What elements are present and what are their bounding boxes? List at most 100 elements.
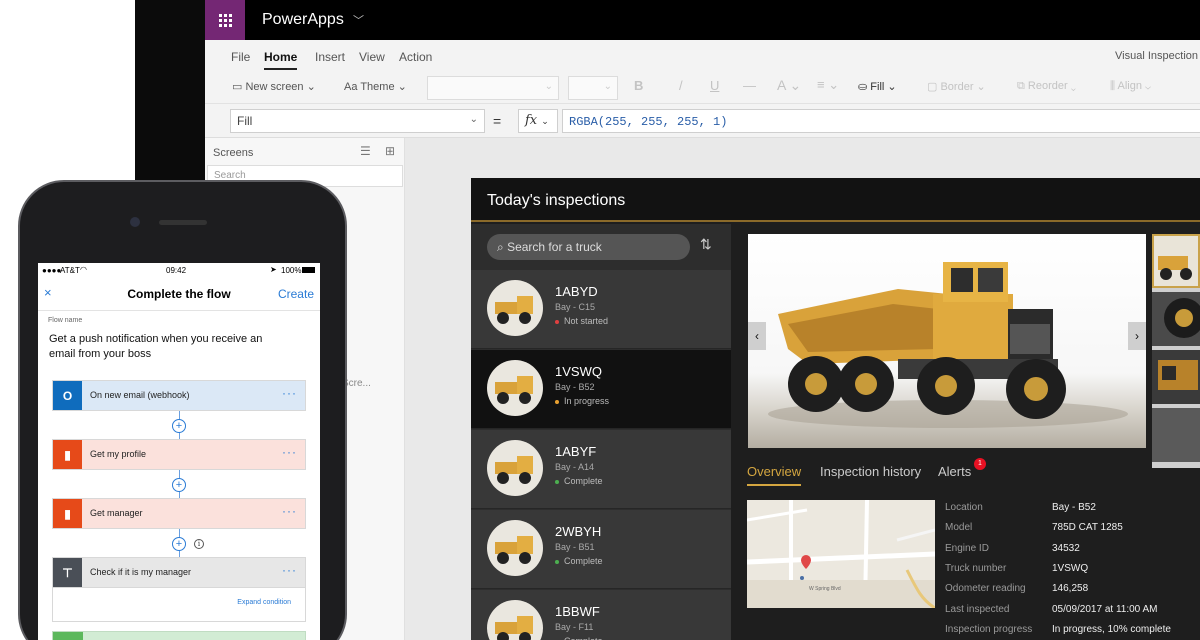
truck-list-item[interactable]: 2WBYH Bay - B51 Complete: [471, 510, 731, 589]
tab-overview[interactable]: Overview: [747, 464, 802, 486]
flow-step-card[interactable]: ▮ Get my profile ···: [52, 439, 306, 470]
flow-step-card[interactable]: ⊤ Check if it is my manager ···: [52, 557, 306, 588]
status-text: Complete: [564, 556, 603, 566]
property-value: Fill: [237, 114, 253, 128]
app-launcher-button[interactable]: [205, 0, 245, 40]
status-text: Not started: [564, 316, 609, 326]
menu-file[interactable]: File: [231, 50, 250, 64]
align-label: Align: [1117, 80, 1142, 92]
status-dot: [555, 399, 559, 404]
detail-label: Model: [945, 522, 973, 534]
inspection-app: Today's inspections ⌕ Search for a truck…: [471, 178, 1200, 640]
battery-label: 100%: [281, 266, 302, 275]
signal-icon: ●●●●: [42, 266, 62, 275]
more-options-icon[interactable]: ···: [282, 386, 297, 400]
location-map[interactable]: W Spring Blvd: [747, 500, 935, 608]
detail-label: Location: [945, 502, 983, 513]
chevron-down-icon: ⌄: [469, 114, 478, 125]
flow-name-input[interactable]: Get a push notification when you receive…: [49, 332, 289, 362]
expand-condition-link[interactable]: Expand condition: [237, 599, 291, 606]
detail-value: 146,258: [1052, 583, 1089, 595]
tab-inspection-history[interactable]: Inspection history: [820, 464, 921, 479]
info-icon[interactable]: i: [194, 539, 204, 549]
clock: 09:42: [166, 266, 187, 275]
map-image: [747, 500, 935, 608]
equals-sign: =: [493, 113, 502, 129]
flow-step-card[interactable]: O On new email (webhook) ···: [52, 380, 306, 411]
strikethrough-button[interactable]: —: [743, 78, 756, 93]
add-step-button[interactable]: +: [172, 478, 186, 492]
dump-truck-image: [768, 262, 1128, 428]
reorder-button[interactable]: ⧉ Reorder ⌄: [1017, 80, 1076, 93]
bold-button[interactable]: B: [634, 78, 643, 93]
chevron-down-icon[interactable]: ﹀: [353, 12, 364, 28]
fill-button[interactable]: ⛀ Fill ⌄: [858, 80, 897, 93]
photo-thumbnail[interactable]: [1152, 292, 1200, 346]
photo-thumbnail[interactable]: [1152, 350, 1200, 404]
truck-id: 1VSWQ: [555, 364, 602, 379]
border-button[interactable]: ▢ Border ⌄: [927, 80, 986, 93]
truck-list-item[interactable]: 1ABYD Bay - C15 Not started: [471, 270, 731, 349]
search-icon: ⌕: [497, 240, 504, 254]
flow-step-label: Get my profile: [90, 449, 147, 459]
tab-alerts[interactable]: Alerts: [938, 464, 971, 479]
screen-icon: ▭: [232, 81, 243, 93]
theme-button[interactable]: Aa Theme ⌄: [344, 80, 407, 93]
truck-list-item[interactable]: 1BBWF Bay - F11 Complete: [471, 590, 731, 640]
property-dropdown[interactable]: Fill ⌄: [230, 109, 485, 133]
status-dot: [555, 559, 559, 564]
italic-button[interactable]: /: [679, 78, 683, 93]
grid-view-icon[interactable]: ⊞: [385, 144, 395, 158]
app-name[interactable]: PowerApps: [262, 11, 344, 29]
flow-name-label: Flow name: [48, 317, 83, 324]
align-text-icon[interactable]: ≡ ⌄: [817, 77, 839, 93]
formula-input[interactable]: RGBA(255, 255, 255, 1): [562, 109, 1200, 133]
menu-view[interactable]: View: [359, 50, 385, 64]
detail-label: Truck number: [945, 562, 1007, 574]
flow-step-card[interactable]: ▮ Get manager ···: [52, 498, 306, 529]
map-street-label: W Spring Blvd: [809, 586, 841, 592]
new-screen-label: New screen: [245, 81, 304, 93]
function-button[interactable]: fx ⌄: [518, 109, 558, 133]
fill-label: Fill: [870, 81, 885, 93]
truck-bay: Bay - C15: [555, 302, 596, 312]
align-button[interactable]: ⫼ Align ⌄: [1110, 80, 1151, 93]
truck-id: 1ABYD: [555, 284, 598, 299]
sort-icon[interactable]: ⇅: [700, 236, 712, 253]
menu-insert[interactable]: Insert: [315, 50, 345, 64]
add-step-button[interactable]: +: [172, 537, 186, 551]
photo-thumbnail[interactable]: [1152, 234, 1200, 288]
flow-step-label: On new email (webhook): [90, 390, 190, 400]
nav-bar: × Complete the flow Create: [38, 279, 320, 311]
earpiece: [159, 220, 207, 225]
next-step-card[interactable]: [52, 631, 306, 640]
more-options-icon[interactable]: ···: [282, 504, 297, 518]
more-options-icon[interactable]: ···: [282, 445, 297, 459]
truck-photo: [748, 234, 1146, 448]
office-icon: ▮: [53, 440, 82, 469]
truck-list-item[interactable]: 1VSWQ Bay - B52 In progress: [471, 350, 731, 429]
next-photo-button[interactable]: ›: [1128, 322, 1146, 350]
truck-search-input[interactable]: ⌕ Search for a truck: [487, 234, 690, 260]
font-size-dropdown[interactable]: ⌄: [568, 76, 618, 100]
more-options-icon[interactable]: ···: [282, 563, 297, 577]
create-button[interactable]: Create: [278, 287, 314, 301]
list-view-icon[interactable]: ☰: [360, 144, 371, 158]
location-icon: ➤: [270, 265, 277, 274]
previous-photo-button[interactable]: ‹: [748, 322, 766, 350]
status-bar: ●●●● AT&T ◠ 09:42 ➤ 100%: [38, 263, 320, 279]
photo-thumbnail[interactable]: [1152, 408, 1200, 462]
menu-action[interactable]: Action: [399, 50, 432, 64]
underline-button[interactable]: U: [710, 78, 719, 93]
new-screen-button[interactable]: ▭ New screen ⌄: [232, 80, 316, 93]
truck-thumbnail: [487, 360, 543, 416]
detail-label: Last inspected: [945, 603, 1010, 615]
add-step-button[interactable]: +: [172, 419, 186, 433]
menu-home[interactable]: Home: [264, 50, 298, 70]
border-label: Border: [940, 81, 974, 93]
font-family-dropdown[interactable]: ⌄: [427, 76, 559, 100]
waffle-icon: [218, 13, 232, 27]
truck-list-item[interactable]: 1ABYF Bay - A14 Complete: [471, 430, 731, 509]
theme-label: Theme: [360, 81, 395, 93]
font-color-button[interactable]: A ⌄: [777, 77, 801, 94]
